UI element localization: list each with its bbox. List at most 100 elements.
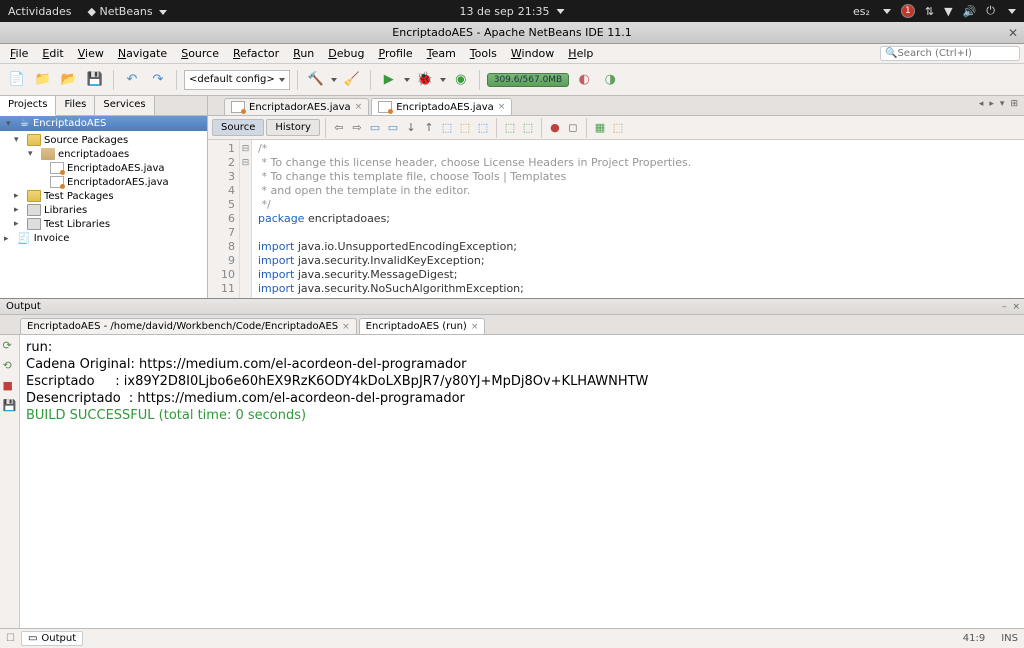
profile-button[interactable]: ◉ xyxy=(450,69,472,91)
maximize-icon[interactable]: ⊞ xyxy=(1010,99,1018,109)
undo-button[interactable]: ↶ xyxy=(121,69,143,91)
memory-indicator[interactable]: 309.6/567.0MB xyxy=(487,73,570,87)
toolbar-icon[interactable]: ↑ xyxy=(421,120,437,136)
search-icon: 🔍 xyxy=(885,48,897,59)
tab-services[interactable]: Services xyxy=(95,96,154,115)
dropbox-icon[interactable]: ⇅ xyxy=(925,5,934,18)
search-input[interactable] xyxy=(897,48,1007,59)
project-header[interactable]: ▾ ☕ EncriptadoAES xyxy=(0,116,207,131)
toolbar-icon[interactable]: ⬚ xyxy=(475,120,491,136)
rerun-alt-icon[interactable]: ⟲ xyxy=(3,359,17,373)
toolbar-icon[interactable]: ▭ xyxy=(385,120,401,136)
editor-tab[interactable]: EncriptadoAES.java× xyxy=(371,98,512,115)
toolbar-icon[interactable]: ⇨ xyxy=(349,120,365,136)
volume-icon[interactable]: 🔊 xyxy=(963,5,977,18)
toolbar-icon[interactable]: ⬚ xyxy=(610,120,626,136)
notifications-icon[interactable]: ☐ xyxy=(6,633,15,644)
toolbar-icon[interactable]: ⬚ xyxy=(457,120,473,136)
close-icon[interactable]: × xyxy=(355,102,363,112)
activities-label[interactable]: Actividades xyxy=(8,5,72,18)
menu-edit[interactable]: Edit xyxy=(36,45,69,62)
stop-icon[interactable]: ■ xyxy=(3,379,17,393)
build-button[interactable]: 🔨 xyxy=(305,69,327,91)
toolbar-icon[interactable]: ↓ xyxy=(403,120,419,136)
source-view-button[interactable]: Source xyxy=(212,119,264,136)
tab-scroll-right-icon[interactable]: ▸ xyxy=(989,99,994,109)
tree-libraries[interactable]: ▸Libraries xyxy=(0,203,207,217)
tree-source-packages[interactable]: ▾Source Packages xyxy=(0,133,207,147)
insert-mode[interactable]: INS xyxy=(1001,633,1018,644)
gc-icon[interactable]: ◐ xyxy=(573,69,595,91)
tab-scroll-left-icon[interactable]: ◂ xyxy=(979,99,984,109)
invoice-icon: 🧾 xyxy=(17,232,31,245)
toolbar-icon[interactable]: ▦ xyxy=(592,120,608,136)
time-label: 21:35 xyxy=(518,5,550,18)
tab-files[interactable]: Files xyxy=(56,96,95,115)
menu-window[interactable]: Window xyxy=(505,45,560,62)
editor-area: EncriptadorAES.java× EncriptadoAES.java×… xyxy=(208,96,1024,298)
output-tab[interactable]: EncriptadoAES (run)× xyxy=(359,318,486,334)
toolbar-icon[interactable]: ◻ xyxy=(565,120,581,136)
editor-tab[interactable]: EncriptadorAES.java× xyxy=(224,98,369,115)
toolbar-icon[interactable]: ⬚ xyxy=(520,120,536,136)
menu-profile[interactable]: Profile xyxy=(372,45,418,62)
power-icon[interactable]: ⏻ xyxy=(986,4,995,18)
tree-file[interactable]: EncriptadorAES.java xyxy=(0,175,207,189)
config-selector[interactable]: <default config> xyxy=(184,70,290,90)
tab-menu-icon[interactable]: ▾ xyxy=(1000,99,1005,109)
clean-build-button[interactable]: 🧹 xyxy=(341,69,363,91)
save-output-icon[interactable]: 💾 xyxy=(3,399,17,413)
menu-view[interactable]: View xyxy=(72,45,110,62)
window-close-icon[interactable]: ✕ xyxy=(1008,26,1018,40)
close-icon[interactable]: × xyxy=(342,322,350,332)
gc-icon-2[interactable]: ◑ xyxy=(599,69,621,91)
debug-button[interactable]: 🐞 xyxy=(414,69,436,91)
network-icon[interactable]: ▼ xyxy=(944,5,952,18)
output-title-bar: Output –× xyxy=(0,299,1024,315)
output-console[interactable]: run: Cadena Original: https://medium.com… xyxy=(20,335,1024,628)
redo-button[interactable]: ↷ xyxy=(147,69,169,91)
output-status-button[interactable]: ▭Output xyxy=(21,631,83,646)
tree-test-libraries[interactable]: ▸Test Libraries xyxy=(0,217,207,231)
menu-help[interactable]: Help xyxy=(562,45,599,62)
run-button[interactable]: ▶ xyxy=(378,69,400,91)
tab-projects[interactable]: Projects xyxy=(0,96,56,116)
new-project-button[interactable]: 📁 xyxy=(32,69,54,91)
tree-test-packages[interactable]: ▸Test Packages xyxy=(0,189,207,203)
window-title-bar: EncriptadoAES - Apache NetBeans IDE 11.1… xyxy=(0,22,1024,44)
tree-package[interactable]: ▾encriptadoaes xyxy=(0,147,207,161)
close-icon[interactable]: × xyxy=(471,322,479,332)
editor-sub-toolbar: Source History ⇦ ⇨ ▭ ▭ ↓ ↑ ⬚ ⬚ ⬚ ⬚ ⬚ ● ◻… xyxy=(208,116,1024,140)
notification-icon[interactable]: 1 xyxy=(901,4,915,18)
coffee-icon: ☕ xyxy=(20,118,29,129)
menu-navigate[interactable]: Navigate xyxy=(112,45,173,62)
menu-debug[interactable]: Debug xyxy=(322,45,370,62)
tree-invoice[interactable]: ▸🧾Invoice xyxy=(0,231,207,246)
app-menu[interactable]: ◆ NetBeans xyxy=(88,5,168,18)
menu-source[interactable]: Source xyxy=(175,45,225,62)
toolbar-icon[interactable]: ⬚ xyxy=(439,120,455,136)
toolbar-icon[interactable]: ⇦ xyxy=(331,120,347,136)
toolbar-icon[interactable]: ▭ xyxy=(367,120,383,136)
keyboard-layout[interactable]: es₂ xyxy=(853,5,870,18)
menu-file[interactable]: File xyxy=(4,45,34,62)
fold-column[interactable]: ⊟⊟ xyxy=(240,140,252,298)
menu-refactor[interactable]: Refactor xyxy=(227,45,285,62)
toolbar-icon[interactable]: ⬚ xyxy=(502,120,518,136)
minimize-icon[interactable]: – xyxy=(1002,302,1007,312)
save-all-button[interactable]: 💾 xyxy=(84,69,106,91)
history-view-button[interactable]: History xyxy=(266,119,320,136)
menu-team[interactable]: Team xyxy=(421,45,462,62)
open-button[interactable]: 📂 xyxy=(58,69,80,91)
output-tab[interactable]: EncriptadoAES - /home/david/Workbench/Co… xyxy=(20,318,357,334)
close-icon[interactable]: × xyxy=(498,102,506,112)
new-file-button[interactable]: 📄 xyxy=(6,69,28,91)
close-icon[interactable]: × xyxy=(1012,302,1020,312)
menu-run[interactable]: Run xyxy=(287,45,320,62)
global-search[interactable]: 🔍 xyxy=(880,46,1020,61)
tree-file[interactable]: EncriptadoAES.java xyxy=(0,161,207,175)
menu-tools[interactable]: Tools xyxy=(464,45,503,62)
code-editor[interactable]: 123456789101112131415 ⊟⊟ /* * To change … xyxy=(208,140,1024,298)
rerun-icon[interactable]: ⟳ xyxy=(3,339,17,353)
toolbar-icon[interactable]: ● xyxy=(547,120,563,136)
